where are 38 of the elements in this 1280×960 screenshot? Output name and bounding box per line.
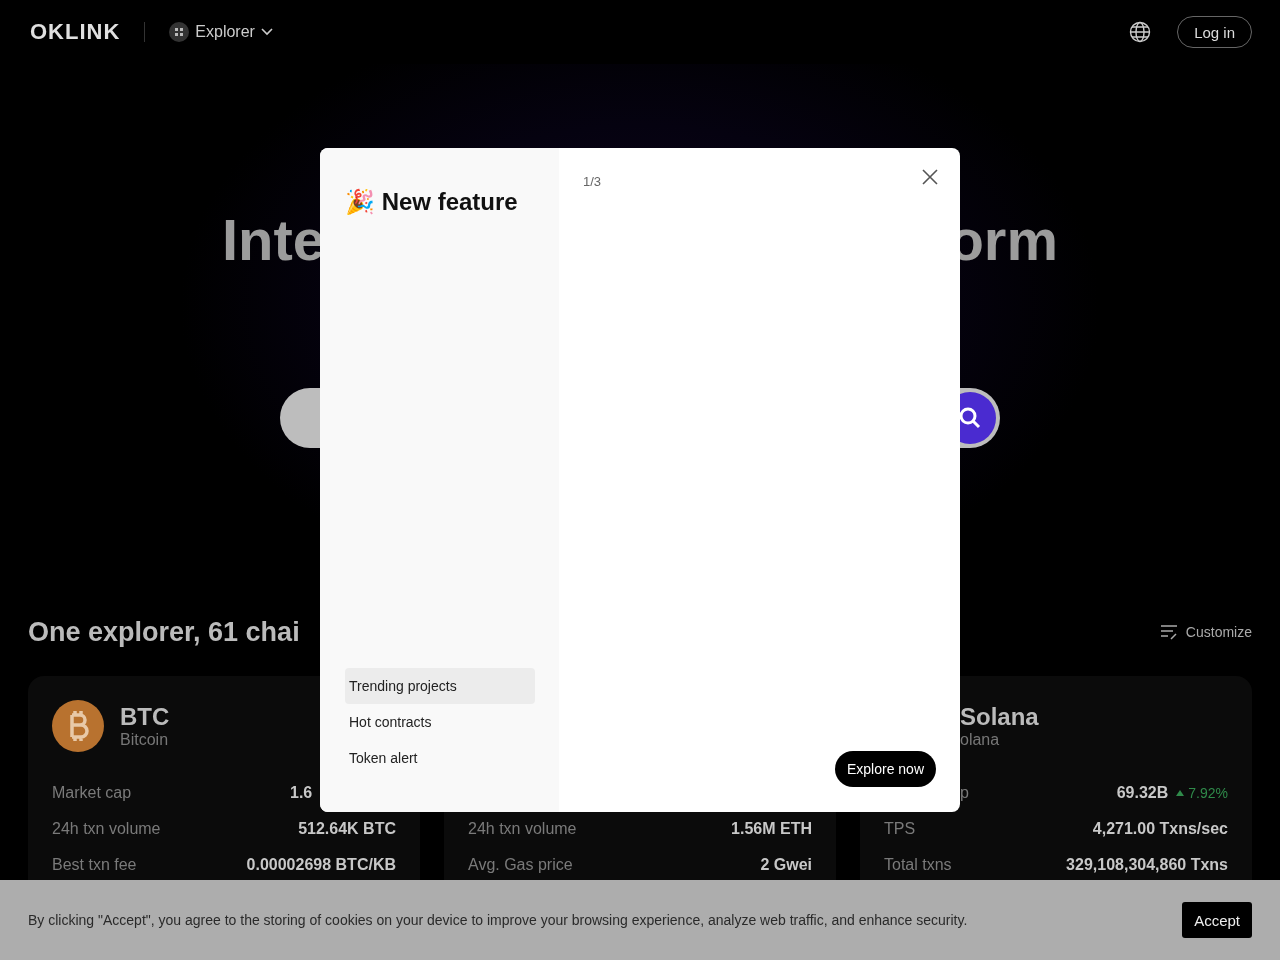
- accept-button[interactable]: Accept: [1182, 902, 1252, 938]
- stat-label: Best txn fee: [52, 856, 137, 874]
- list-edit-icon: [1159, 624, 1178, 640]
- stat-label: 24h txn volume: [468, 820, 577, 838]
- stat-value: 512.64K BTC: [298, 820, 396, 838]
- stat-value: 69.32B: [1116, 784, 1169, 802]
- chain-name: Bitcoin: [120, 731, 170, 749]
- stat-label: Total txns: [884, 856, 952, 874]
- change-percent: 7.92%: [1176, 785, 1228, 801]
- customize-button[interactable]: Customize: [1159, 624, 1252, 640]
- logo[interactable]: OKLINK: [30, 19, 121, 45]
- chevron-down-icon: [260, 28, 273, 36]
- stat-value: 2 Gwei: [760, 856, 812, 874]
- explorer-menu[interactable]: Explorer: [169, 22, 273, 42]
- chain-symbol: BTC: [120, 703, 170, 731]
- feature-tab[interactable]: Trending projects: [345, 668, 535, 704]
- hero-title: Inte: [222, 206, 326, 274]
- stat-label: p: [960, 784, 969, 802]
- dialog-title: 🎉 New feature: [345, 188, 519, 216]
- stat-label: TPS: [884, 820, 916, 838]
- page-counter: 1/3: [583, 174, 602, 189]
- chain-name: olana: [960, 731, 1001, 749]
- globe-icon[interactable]: [1129, 21, 1152, 43]
- stat-label: Market cap: [52, 784, 133, 802]
- stat-value: 0.00002698 BTC/KB: [246, 856, 396, 874]
- chain-symbol: Solana: [960, 703, 1039, 731]
- stat-value: 1.6: [290, 784, 313, 802]
- up-triangle-icon: [1176, 790, 1185, 796]
- stat-value: 329,108,304,860 Txns: [1066, 856, 1228, 874]
- explore-button[interactable]: Explore now: [834, 751, 936, 787]
- stat-value: 4,271.00 Txns/sec: [1092, 820, 1228, 838]
- section-title: One explorer, 61 chai: [28, 616, 300, 648]
- stat-label: 24h txn volume: [52, 820, 161, 838]
- coin-icon: [52, 700, 104, 752]
- stat-label: Avg. Gas price: [468, 856, 573, 874]
- grid-icon: [169, 22, 190, 42]
- stat-value: 1.56M ETH: [731, 820, 812, 838]
- close-icon[interactable]: [921, 168, 939, 186]
